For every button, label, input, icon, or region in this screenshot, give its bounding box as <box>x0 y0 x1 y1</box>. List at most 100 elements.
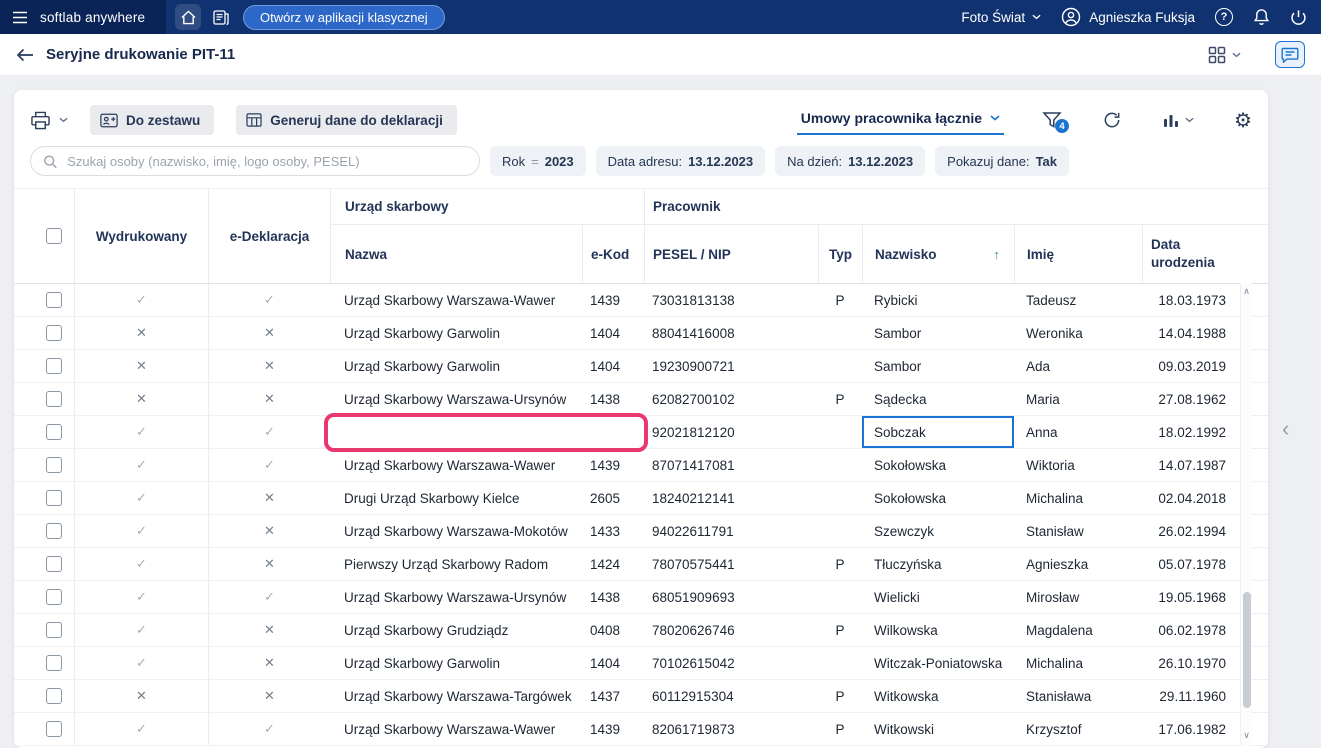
cell-imie[interactable]: Krzysztof <box>1014 713 1142 745</box>
table-row[interactable]: ✓ ✓ Urząd Skarbowy Warszawa-Wawer 1439 82061… <box>14 713 1268 746</box>
cell-imie[interactable]: Maria <box>1014 383 1142 415</box>
table-row[interactable]: ✓ ✕ Urząd Skarbowy Warszawa-Mokotów 1433 940… <box>14 515 1268 548</box>
vertical-scrollbar[interactable]: ∧ ∨ <box>1240 283 1252 746</box>
open-classic-button[interactable]: Otwórz w aplikacji klasycznej <box>243 4 445 30</box>
cell-nazwisko[interactable]: Rybicki <box>862 284 1014 316</box>
filter-chip[interactable]: Rok = 2023 <box>490 146 586 176</box>
cell-nazwisko[interactable]: Wilkowska <box>862 614 1014 646</box>
cell-data_urodzenia[interactable]: 27.08.1962 <box>1142 383 1234 415</box>
cell-data_urodzenia[interactable]: 29.11.1960 <box>1142 680 1234 712</box>
cell-data_urodzenia[interactable]: 18.02.1992 <box>1142 416 1234 448</box>
header-checkbox[interactable] <box>46 228 62 244</box>
row-checkbox[interactable] <box>46 622 62 638</box>
cell-ekod[interactable] <box>582 416 644 448</box>
cell-ekod[interactable]: 1437 <box>582 680 644 712</box>
help-icon[interactable]: ? <box>1215 8 1233 26</box>
cell-data_urodzenia[interactable]: 18.03.1973 <box>1142 284 1234 316</box>
collapse-panel-chevron[interactable]: ‹ <box>1282 418 1289 440</box>
table-row[interactable]: ✓ ✓ Urząd Skarbowy Warszawa-Wawer 1439 87071… <box>14 449 1268 482</box>
header-typ[interactable]: Typ <box>818 225 862 283</box>
header-nazwa[interactable]: Nazwa <box>330 225 582 283</box>
cell-nazwa[interactable]: Urząd Skarbowy Garwolin <box>330 647 582 679</box>
contracts-mode-dropdown[interactable]: Umowy pracownika łącznie <box>796 106 1005 135</box>
cell-data_urodzenia[interactable]: 02.04.2018 <box>1142 482 1234 514</box>
company-selector[interactable]: Foto Świat <box>961 10 1041 25</box>
cell-nazwisko[interactable]: Tłuczyńska <box>862 548 1014 580</box>
cell-nazwa[interactable] <box>330 416 582 448</box>
header-data-urodzenia[interactable]: Data urodzenia <box>1142 225 1234 283</box>
layout-switcher[interactable] <box>1208 46 1241 64</box>
cell-imie[interactable]: Stanisław <box>1014 515 1142 547</box>
row-checkbox[interactable] <box>46 721 62 737</box>
header-edeklaracja[interactable]: e-Deklaracja <box>208 189 330 283</box>
add-to-set-button[interactable]: Do zestawu <box>90 105 215 135</box>
table-row[interactable]: ✓ ✓ Urząd Skarbowy Warszawa-Wawer 1439 73031… <box>14 284 1268 317</box>
cell-nazwa[interactable]: Urząd Skarbowy Warszawa-Targówek <box>330 680 582 712</box>
cell-pesel[interactable]: 88041416008 <box>644 317 818 349</box>
cell-imie[interactable]: Mirosław <box>1014 581 1142 613</box>
menu-icon[interactable] <box>12 11 28 24</box>
table-row[interactable]: ✓ ✕ Drugi Urząd Skarbowy Kielce 2605 1824021… <box>14 482 1268 515</box>
cell-ekod[interactable]: 1404 <box>582 317 644 349</box>
cell-imie[interactable]: Michalina <box>1014 647 1142 679</box>
cell-data_urodzenia[interactable]: 14.07.1987 <box>1142 449 1234 481</box>
user-menu[interactable]: Agnieszka Fuksja <box>1061 7 1195 27</box>
cell-pesel[interactable]: 82061719873 <box>644 713 818 745</box>
cell-data_urodzenia[interactable]: 09.03.2019 <box>1142 350 1234 382</box>
cell-typ[interactable] <box>818 515 862 547</box>
settings-button[interactable]: ⚙ <box>1234 110 1252 130</box>
cell-pesel[interactable]: 19230900721 <box>644 350 818 382</box>
scroll-down-button[interactable]: ∨ <box>1243 727 1250 744</box>
cell-nazwisko[interactable]: Sobczak <box>862 416 1014 448</box>
cell-nazwisko[interactable]: Sambor <box>862 350 1014 382</box>
cell-pesel[interactable]: 62082700102 <box>644 383 818 415</box>
cell-nazwa[interactable]: Urząd Skarbowy Warszawa-Wawer <box>330 713 582 745</box>
table-row[interactable]: ✕ ✕ Urząd Skarbowy Garwolin 1404 19230900721… <box>14 350 1268 383</box>
cell-data_urodzenia[interactable]: 14.04.1988 <box>1142 317 1234 349</box>
cell-typ[interactable] <box>818 416 862 448</box>
cell-imie[interactable]: Stanisława <box>1014 680 1142 712</box>
cell-nazwa[interactable]: Urząd Skarbowy Warszawa-Wawer <box>330 449 582 481</box>
cell-typ[interactable] <box>818 647 862 679</box>
cell-ekod[interactable]: 1439 <box>582 284 644 316</box>
cell-nazwisko[interactable]: Wielicki <box>862 581 1014 613</box>
cell-pesel[interactable]: 18240212141 <box>644 482 818 514</box>
scroll-up-button[interactable]: ∧ <box>1243 283 1250 300</box>
cell-ekod[interactable]: 1404 <box>582 350 644 382</box>
cell-imie[interactable]: Anna <box>1014 416 1142 448</box>
cell-data_urodzenia[interactable]: 26.02.1994 <box>1142 515 1234 547</box>
cell-pesel[interactable]: 73031813138 <box>644 284 818 316</box>
cell-pesel[interactable]: 68051909693 <box>644 581 818 613</box>
cell-typ[interactable]: P <box>818 713 862 745</box>
row-checkbox[interactable] <box>46 490 62 506</box>
cell-nazwa[interactable]: Urząd Skarbowy Warszawa-Mokotów <box>330 515 582 547</box>
table-row[interactable]: ✕ ✕ Urząd Skarbowy Warszawa-Targówek 1437 60… <box>14 680 1268 713</box>
cell-ekod[interactable]: 2605 <box>582 482 644 514</box>
chat-button[interactable] <box>1275 41 1305 68</box>
filter-chip[interactable]: Pokazuj dane: Tak <box>935 146 1069 176</box>
logout-icon[interactable] <box>1290 9 1307 26</box>
row-checkbox[interactable] <box>46 391 62 407</box>
filter-button[interactable]: 4 <box>1042 111 1070 133</box>
cell-data_urodzenia[interactable]: 05.07.1978 <box>1142 548 1234 580</box>
header-ekod[interactable]: e-Kod <box>582 225 644 283</box>
cell-typ[interactable] <box>818 317 862 349</box>
cell-nazwisko[interactable]: Witkowski <box>862 713 1014 745</box>
cell-typ[interactable]: P <box>818 383 862 415</box>
header-imie[interactable]: Imię <box>1014 225 1142 283</box>
sort-asc-icon[interactable]: ↑ <box>994 247 1001 262</box>
cell-imie[interactable]: Wiktoria <box>1014 449 1142 481</box>
table-row[interactable]: ✓ ✓ Urząd Skarbowy Warszawa-Ursynów 1438 680… <box>14 581 1268 614</box>
cell-imie[interactable]: Magdalena <box>1014 614 1142 646</box>
table-row[interactable]: ✕ ✕ Urząd Skarbowy Garwolin 1404 88041416008… <box>14 317 1268 350</box>
news-icon[interactable] <box>213 9 229 25</box>
search-input[interactable] <box>65 152 467 170</box>
table-row[interactable]: ✓ ✕ Pierwszy Urząd Skarbowy Radom 1424 78070… <box>14 548 1268 581</box>
cell-nazwisko[interactable]: Witczak-Poniatowska <box>862 647 1014 679</box>
cell-data_urodzenia[interactable]: 19.05.1968 <box>1142 581 1234 613</box>
row-checkbox[interactable] <box>46 358 62 374</box>
row-checkbox[interactable] <box>46 424 62 440</box>
cell-imie[interactable]: Ada <box>1014 350 1142 382</box>
cell-ekod[interactable]: 1433 <box>582 515 644 547</box>
row-checkbox[interactable] <box>46 688 62 704</box>
